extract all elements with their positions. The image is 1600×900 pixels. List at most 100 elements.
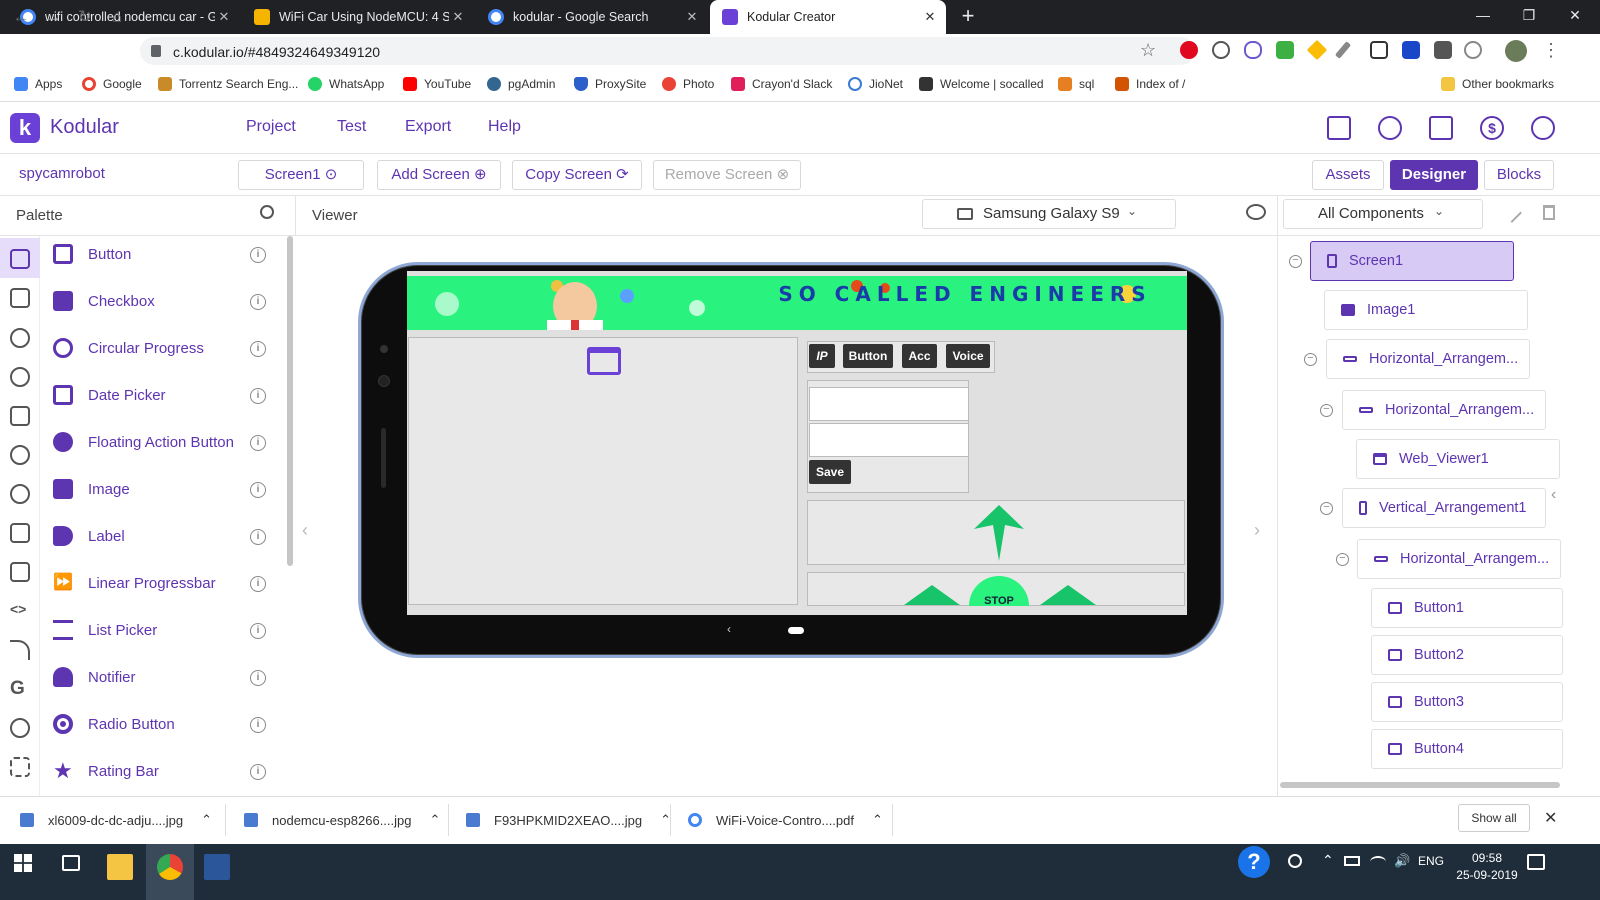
task-view-icon[interactable] — [62, 855, 80, 871]
collapse-toggle-icon[interactable]: − — [1320, 502, 1333, 515]
palette-scrollbar[interactable] — [287, 236, 293, 566]
palette-item-radio-button[interactable]: Radio Button i — [40, 702, 286, 749]
clock[interactable]: 09:58 25-09-2019 — [1452, 850, 1522, 884]
acc-button[interactable]: Acc — [902, 344, 937, 368]
info-icon[interactable]: i — [250, 717, 266, 733]
back-icon[interactable]: ← — [10, 6, 32, 28]
bookmark-jionet[interactable]: JioNet — [848, 77, 903, 91]
chrome-icon[interactable] — [157, 854, 183, 880]
monetization-icon[interactable] — [10, 718, 30, 738]
components-scrollbar[interactable] — [1280, 782, 1560, 788]
bookmark-sql[interactable]: sql — [1058, 77, 1094, 91]
info-icon[interactable]: i — [250, 388, 266, 404]
bookmark-proxysite[interactable]: ProxySite — [574, 77, 646, 91]
bookmark-photo[interactable]: Photo — [662, 77, 714, 91]
word-icon[interactable] — [204, 854, 230, 880]
palette-item-date-picker[interactable]: Date Picker i — [40, 373, 286, 420]
palette-paint-icon[interactable] — [10, 367, 30, 387]
off-extension-icon[interactable] — [1434, 41, 1452, 59]
browser-tab-active[interactable]: Kodular Creator ✕ — [710, 0, 946, 34]
tree-node-button3[interactable]: Button3 — [1371, 682, 1563, 722]
tree-node-horizontal-arrangement[interactable]: Horizontal_Arrangem... — [1326, 339, 1530, 379]
palette-item-notifier[interactable]: Notifier i — [40, 655, 286, 702]
folder-star-icon[interactable] — [1327, 116, 1351, 140]
browser-tab[interactable]: kodular - Google Search ✕ — [476, 0, 708, 34]
extension-icon[interactable] — [1212, 41, 1230, 59]
tree-node-screen1[interactable]: Screen1 — [1310, 241, 1514, 281]
chevron-left-icon[interactable]: ‹ — [302, 520, 308, 541]
palette-item-list-picker[interactable]: List Picker i — [40, 608, 286, 655]
volume-icon[interactable]: 🔊 — [1394, 853, 1410, 869]
device-select[interactable]: Samsung Galaxy S9 ⌄ — [922, 199, 1176, 229]
download-item[interactable]: WiFi-Voice-Contro....pdf ⌃ — [688, 796, 883, 844]
bookmark-socalled[interactable]: Welcome | socalled — [919, 77, 1044, 91]
info-icon[interactable]: i — [250, 529, 266, 545]
bookmark-google[interactable]: Google — [82, 77, 142, 91]
delete-icon[interactable] — [1543, 205, 1555, 220]
close-icon[interactable]: ✕ — [450, 9, 466, 25]
kodular-logo[interactable]: k — [10, 113, 40, 143]
opera-extension-icon[interactable] — [1180, 41, 1198, 59]
phone-back-icon[interactable]: ‹ — [727, 622, 731, 636]
screen-extension-icon[interactable] — [1370, 41, 1388, 59]
ip-button[interactable]: IP — [809, 344, 835, 368]
menu-test[interactable]: Test — [337, 118, 366, 136]
palette-item-button[interactable]: Button i — [40, 232, 286, 279]
info-icon[interactable]: i — [250, 576, 266, 592]
blocks-button[interactable]: Blocks — [1484, 160, 1554, 190]
collapse-toggle-icon[interactable]: − — [1336, 553, 1349, 566]
palette-item-linear-progressbar[interactable]: ⏩ Linear Progressbar i — [40, 561, 286, 608]
storage-icon[interactable] — [10, 523, 30, 543]
download-item[interactable]: nodemcu-esp8266....jpg ⌃ — [244, 796, 440, 844]
hidden-eye-icon[interactable] — [1246, 204, 1266, 220]
tree-node-button1[interactable]: Button1 — [1371, 588, 1563, 628]
collapse-toggle-icon[interactable]: − — [1289, 255, 1302, 268]
other-bookmarks[interactable]: Other bookmarks — [1441, 77, 1554, 91]
url-text[interactable]: c.kodular.io/#4849324649349120 — [173, 44, 380, 60]
tree-node-web-viewer1[interactable]: Web_Viewer1 — [1356, 439, 1560, 479]
download-item[interactable]: xl6009-dc-dc-adju....jpg ⌃ — [20, 796, 212, 844]
minimize-icon[interactable]: — — [1460, 0, 1506, 30]
tree-node-vertical-arrangement1[interactable]: Vertical_Arrangement1 — [1342, 488, 1546, 528]
left-arrow-icon[interactable] — [904, 585, 960, 605]
info-icon[interactable]: i — [250, 341, 266, 357]
map-icon[interactable] — [10, 406, 30, 426]
close-icon[interactable]: ✕ — [1544, 808, 1557, 828]
search-icon[interactable] — [260, 205, 274, 219]
wifi-icon[interactable] — [1370, 856, 1386, 868]
info-icon[interactable]: i — [250, 482, 266, 498]
profile-avatar[interactable] — [1505, 40, 1527, 62]
bookmark-pgadmin[interactable]: pgAdmin — [487, 77, 555, 91]
forward-icon[interactable]: → — [42, 6, 64, 28]
copy-screen-button[interactable]: Copy Screen ⟳ — [512, 160, 642, 190]
components-filter-select[interactable]: All Components ⌄ — [1283, 199, 1483, 229]
bookmark-youtube[interactable]: YouTube — [403, 77, 471, 91]
new-tab-button[interactable]: + — [956, 4, 980, 28]
notifications-icon[interactable] — [1527, 854, 1545, 870]
close-icon[interactable]: ✕ — [922, 9, 938, 25]
star-icon[interactable]: ☆ — [1140, 40, 1160, 60]
palette-item-image[interactable]: Image i — [40, 467, 286, 514]
add-screen-button[interactable]: Add Screen ⊕ — [377, 160, 501, 190]
cloud-extension-icon[interactable] — [1464, 41, 1482, 59]
file-explorer-icon[interactable] — [107, 854, 133, 880]
chevron-up-icon[interactable]: ⌃ — [872, 812, 883, 828]
info-icon[interactable]: i — [250, 435, 266, 451]
menu-export[interactable]: Export — [405, 118, 451, 136]
textbox-1[interactable] — [809, 387, 969, 421]
gaming-icon[interactable] — [10, 484, 30, 504]
google-g-icon[interactable]: G — [10, 678, 30, 699]
info-icon[interactable]: i — [250, 294, 266, 310]
help-icon[interactable]: ? — [1238, 846, 1270, 878]
chevron-up-icon[interactable]: ⌃ — [1322, 852, 1334, 869]
people-icon[interactable] — [1288, 854, 1302, 868]
button-button[interactable]: Button — [843, 344, 893, 368]
palette-item-floating-action-button[interactable]: Floating Action Button i — [40, 420, 286, 467]
collapse-panel-icon[interactable]: ‹ — [1551, 486, 1556, 504]
restore-icon[interactable]: ❐ — [1506, 0, 1552, 30]
remove-screen-button[interactable]: Remove Screen ⊗ — [653, 160, 801, 190]
web-viewer-area[interactable] — [408, 337, 798, 605]
code-icon[interactable]: <> — [10, 601, 30, 621]
voice-button[interactable]: Voice — [946, 344, 990, 368]
screen-select[interactable]: Screen1 ⊙ — [238, 160, 364, 190]
